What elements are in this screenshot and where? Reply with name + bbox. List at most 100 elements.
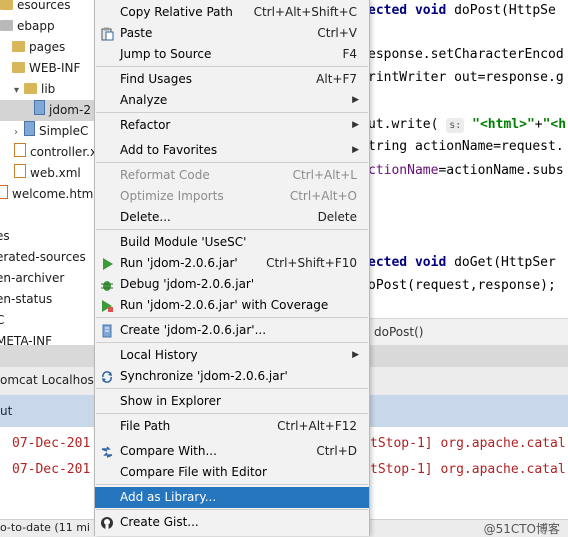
menu-item-find-usages[interactable]: Find Usages Alt+F7 [95, 69, 369, 90]
expand-arrow-icon[interactable]: › [14, 122, 24, 143]
menu-item-analyze[interactable]: Analyze ▶ [95, 90, 369, 111]
menu-item-delete[interactable]: Delete... Delete [95, 207, 369, 228]
menu-item-add-as-library[interactable]: Add as Library... [95, 487, 369, 508]
tree-item-label: erated-sources [0, 250, 86, 264]
folder-icon [0, 20, 13, 31]
tree-item[interactable]: erated-sources [0, 247, 86, 268]
tree-item[interactable]: controller.x [14, 142, 97, 163]
coverage-icon [100, 299, 114, 313]
menu-item-show-in-explorer[interactable]: Show in Explorer [95, 391, 369, 412]
log-line-date: 07-Dec-201 [12, 462, 91, 477]
tree-item-label: en-archiver [0, 271, 65, 285]
code-token: tring actionName=request. [368, 139, 564, 154]
run-tab-tomcat-localhost[interactable]: omcat Localhost L [0, 373, 109, 387]
project-tree[interactable]: esources ebapp pages WEB-INF ▾ lib jdom-2 › Simp… [0, 0, 100, 345]
menu-item-paste[interactable]: Paste Ctrl+V [95, 23, 369, 44]
tree-item[interactable]: web.xml [14, 163, 81, 184]
log-line-source: tStop-1] org.apache.catal [370, 462, 566, 477]
menu-item-label: File Path [120, 419, 171, 433]
menu-item-label: Add to Favorites [120, 143, 218, 157]
code-token: =actionName.subs [438, 163, 564, 178]
code-line[interactable]: tring actionName=request. [368, 136, 564, 158]
output-label[interactable]: ut [0, 404, 12, 418]
menu-item-run-jdom-2-0-6-jar[interactable]: Run 'jdom-2.0.6.jar' Ctrl+Shift+F10 [95, 253, 369, 274]
folder-icon [12, 62, 25, 73]
tree-item[interactable]: ▾ lib [14, 79, 55, 100]
github-icon [100, 516, 114, 530]
tree-item[interactable]: C [0, 310, 4, 331]
code-token: "<html>" [464, 117, 535, 132]
menu-item-local-history[interactable]: Local History ▶ [95, 345, 369, 366]
menu-item-shortcut: Delete [317, 210, 357, 224]
menu-separator [96, 112, 368, 113]
menu-item-jump-to-source[interactable]: Jump to Source F4 [95, 44, 369, 65]
expand-arrow-icon[interactable]: ▾ [14, 80, 24, 101]
tree-item-label: web.xml [30, 166, 81, 180]
menu-item-run-jdom-2-0-6-jar-with-coverage[interactable]: Run 'jdom-2.0.6.jar' with Coverage [95, 295, 369, 316]
menu-item-label: Compare With... [120, 444, 217, 458]
xml-file-icon [14, 164, 26, 178]
compare-icon [100, 445, 114, 459]
code-token: oPost(request,response); [368, 278, 556, 293]
run-icon [100, 257, 114, 271]
tree-item[interactable]: en-archiver [0, 268, 64, 289]
menu-item-label: Create Gist... [120, 515, 199, 529]
menu-item-compare-with[interactable]: Compare With... Ctrl+D [95, 441, 369, 462]
menu-item-add-to-favorites[interactable]: Add to Favorites ▶ [95, 140, 369, 161]
status-message: o-to-date (11 mi [0, 521, 90, 534]
tree-item[interactable]: es [0, 226, 10, 247]
code-line[interactable]: ctionName=actionName.subs [368, 160, 564, 182]
breadcrumb-method[interactable]: doPost() [374, 325, 423, 339]
menu-item-copy-relative-path[interactable]: Copy Relative Path Ctrl+Alt+Shift+C [95, 2, 369, 23]
menu-item-file-path[interactable]: File Path Ctrl+Alt+F12 [95, 416, 369, 437]
log-line-date: 07-Dec-201 [12, 436, 91, 451]
code-line[interactable]: oPost(request,response); [368, 275, 556, 297]
menu-item-create-jdom-2-0-6-jar[interactable]: Create 'jdom-2.0.6.jar'... [95, 320, 369, 341]
tree-item[interactable]: META-INF [0, 331, 52, 345]
menu-item-label: Paste [120, 26, 153, 40]
tree-item[interactable]: WEB-INF [12, 58, 80, 79]
submenu-arrow-icon: ▶ [352, 145, 359, 155]
tree-item-label: lib [41, 82, 56, 96]
sync-icon [100, 370, 114, 384]
submenu-arrow-icon: ▶ [352, 95, 359, 105]
menu-item-shortcut: Ctrl+Alt+O [289, 189, 357, 203]
code-token: doPost(HttpSe [454, 3, 556, 18]
tree-item[interactable]: esources [0, 0, 70, 16]
menu-item-label: Local History [120, 348, 198, 362]
tree-item-label: C [0, 313, 5, 327]
menu-item-compare-file-with-editor[interactable]: Compare File with Editor [95, 462, 369, 483]
menu-separator [96, 413, 368, 414]
menu-item-label: Refactor [120, 118, 171, 132]
menu-item-reformat-code: Reformat Code Ctrl+Alt+L [95, 165, 369, 186]
menu-item-label: Compare File with Editor [120, 465, 267, 479]
menu-item-refactor[interactable]: Refactor ▶ [95, 115, 369, 136]
code-line[interactable]: rintWriter out=response.g [368, 67, 564, 89]
tree-item[interactable]: welcome.html [0, 184, 97, 205]
tree-item[interactable]: › SimpleC [14, 121, 88, 142]
code-line[interactable]: ut.write( s: "<html>"+"<h [368, 114, 566, 136]
code-line[interactable]: ected void doPost(HttpSe [368, 0, 556, 22]
tree-item[interactable]: jdom-2 [0, 100, 100, 121]
menu-item-synchronize-jdom-2-0-6-jar[interactable]: Synchronize 'jdom-2.0.6.jar' [95, 366, 369, 387]
menu-item-debug-jdom-2-0-6-jar[interactable]: Debug 'jdom-2.0.6.jar' [95, 274, 369, 295]
tree-item[interactable]: ebapp [0, 16, 55, 37]
menu-item-shortcut: Ctrl+Alt+Shift+C [253, 5, 357, 19]
tree-item-label: welcome.html [12, 187, 97, 201]
menu-item-label: Debug 'jdom-2.0.6.jar' [120, 277, 255, 291]
code-line[interactable]: esponse.setCharacterEncod [368, 44, 564, 66]
tree-item[interactable]: en-status [0, 289, 52, 310]
debug-icon [100, 278, 114, 292]
menu-item-build-module-usesc[interactable]: Build Module 'UseSC' [95, 232, 369, 253]
code-token: + [534, 117, 543, 132]
folder-icon [24, 83, 37, 94]
tree-item-label: jdom-2 [49, 103, 91, 117]
code-editor[interactable]: ected void doPost(HttpSe esponse.setChara… [368, 0, 568, 318]
menu-item-shortcut: Ctrl+Shift+F10 [266, 256, 357, 270]
menu-item-create-gist[interactable]: Create Gist... [95, 512, 369, 533]
html-file-icon [0, 185, 8, 199]
tree-item[interactable]: pages [12, 37, 65, 58]
code-token: "<h [542, 117, 567, 132]
context-menu: Copy Relative Path Ctrl+Alt+Shift+C Paste C… [94, 0, 370, 536]
code-line[interactable]: ected void doGet(HttpSer [368, 252, 556, 274]
